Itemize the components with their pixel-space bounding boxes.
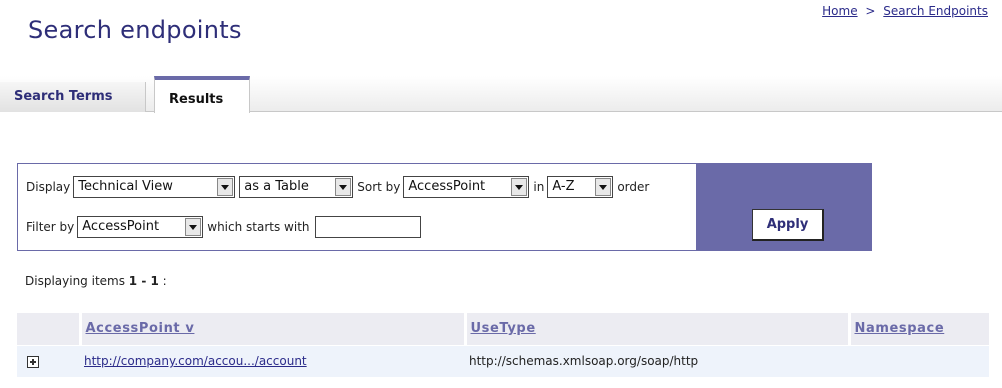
filter-panel: Display Technical View as a Table Sort b… — [17, 163, 872, 251]
format-select-value: as a Table — [244, 179, 309, 194]
order-select[interactable]: A-Z — [547, 176, 614, 198]
table-cell-accesspoint: http://company.com/accou.../account — [80, 345, 465, 377]
breadcrumb-separator: > — [865, 4, 876, 18]
table-header-accesspoint: AccessPoint v — [80, 313, 467, 346]
sort-usetype-link[interactable]: UseType — [471, 321, 536, 336]
table-header-namespace: Namespace — [849, 313, 989, 346]
tab-search-terms[interactable]: Search Terms — [0, 82, 146, 112]
tab-bar: Search Terms Results — [0, 76, 1002, 113]
chevron-down-icon — [511, 178, 528, 196]
breadcrumb-home-link[interactable]: Home — [822, 4, 857, 18]
table-cell-namespace — [849, 345, 989, 377]
in-label: in — [533, 180, 545, 194]
expand-icon[interactable] — [27, 355, 39, 368]
table-cell-icon — [17, 345, 80, 377]
table-row: http://company.com/accou.../account http… — [17, 345, 989, 377]
page-title: Search endpoints — [28, 16, 242, 44]
accesspoint-link[interactable]: http://company.com/accou.../account — [84, 354, 307, 368]
results-table: AccessPoint v UseType Namespace http://c… — [17, 313, 989, 377]
starts-with-label: which starts with — [207, 220, 310, 234]
sort-select[interactable]: AccessPoint — [403, 176, 530, 198]
order-label: order — [617, 180, 650, 194]
breadcrumb: Home > Search Endpoints — [822, 4, 988, 18]
table-cell-usetype: http://schemas.xmlsoap.org/soap/http — [465, 345, 849, 377]
sort-namespace-link[interactable]: Namespace — [855, 321, 945, 336]
view-select-value: Technical View — [78, 179, 173, 194]
sort-label: Sort by — [357, 180, 401, 194]
apply-button[interactable]: Apply — [752, 209, 824, 241]
format-select[interactable]: as a Table — [239, 176, 354, 198]
display-label: Display — [26, 180, 71, 194]
chevron-down-icon — [595, 178, 612, 196]
sort-select-value: AccessPoint — [408, 179, 486, 194]
table-header-icon-cell — [17, 313, 82, 346]
display-count: Displaying items 1 - 1 : — [25, 274, 167, 288]
display-row: Display Technical View as a Table Sort b… — [26, 176, 652, 198]
chevron-down-icon — [185, 218, 202, 236]
breadcrumb-current-link[interactable]: Search Endpoints — [883, 4, 988, 18]
filter-select[interactable]: AccessPoint — [77, 216, 204, 238]
filter-select-value: AccessPoint — [82, 219, 160, 234]
sort-accesspoint-link[interactable]: AccessPoint v — [86, 321, 195, 336]
table-header-usetype: UseType — [465, 313, 851, 346]
view-select[interactable]: Technical View — [73, 176, 236, 198]
order-select-value: A-Z — [552, 179, 575, 194]
table-header-row: AccessPoint v UseType Namespace — [17, 313, 989, 346]
tab-results[interactable]: Results — [154, 76, 250, 113]
chevron-down-icon — [335, 178, 352, 196]
starts-with-input[interactable] — [314, 216, 421, 238]
chevron-down-icon — [217, 178, 234, 196]
filter-row: Filter by AccessPoint which starts with — [26, 216, 421, 238]
display-count-suffix: : — [162, 274, 167, 288]
display-count-range: 1 - 1 — [128, 274, 159, 288]
display-count-prefix: Displaying items — [25, 274, 125, 288]
filter-label: Filter by — [26, 220, 75, 234]
